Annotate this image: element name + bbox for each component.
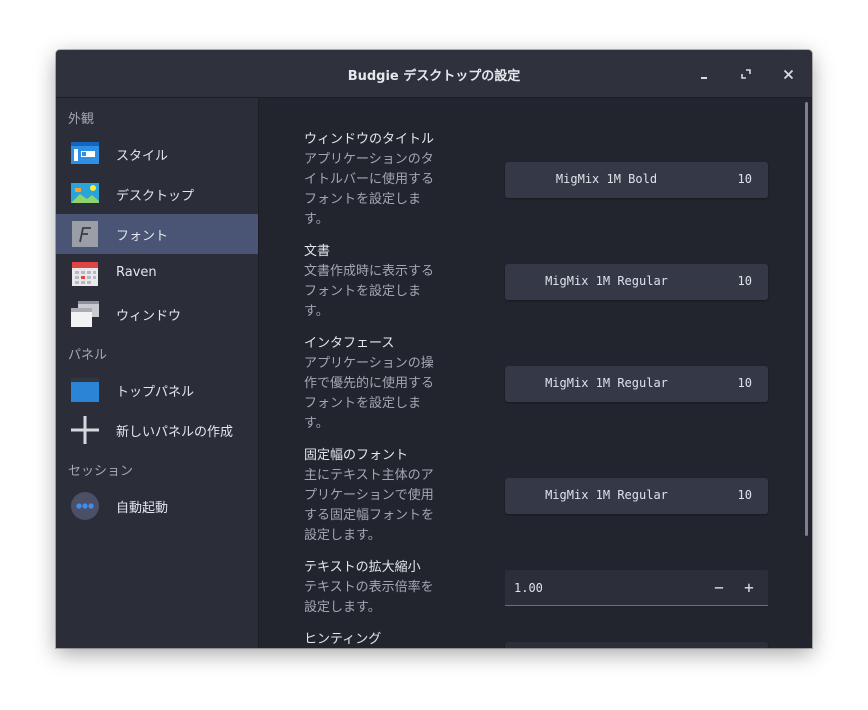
font-size: 10 — [737, 274, 752, 288]
font-size: 10 — [737, 172, 752, 186]
setting-description: 文書作成時に表示するフォントを設定します。 — [304, 264, 435, 319]
text-scaling-value[interactable]: 1.00 — [514, 581, 543, 595]
sidebar-item-label: フォント — [116, 229, 169, 244]
setting-title: ウィンドウのタイトル — [304, 132, 435, 147]
section-session: セッション — [68, 464, 134, 479]
sidebar-item-raven[interactable]: Raven — [56, 254, 258, 294]
setting-description: 主にテキスト主体のアプリケーションで使用する固定幅フォントを設定します。 — [304, 468, 435, 543]
close-button[interactable] — [776, 62, 800, 86]
setting-text-scaling: テキストの拡大縮小 テキストの表示倍率を設定します。 1.00 − + — [304, 558, 774, 618]
close-icon — [783, 69, 793, 79]
setting-window-title: ウィンドウのタイトル アプリケーションのタイトルバーに使用するフォントを設定しま… — [304, 130, 774, 230]
calendar-icon — [72, 262, 98, 286]
autostart-icon — [71, 492, 99, 520]
sidebar-item-style[interactable]: スタイル — [56, 134, 258, 174]
font-icon — [72, 221, 98, 247]
monospace-font-button[interactable]: MigMix 1M Regular 10 — [505, 478, 768, 514]
decrease-button[interactable]: − — [706, 574, 732, 602]
sidebar-item-label: Raven — [116, 265, 157, 280]
setting-title: 文書 — [304, 244, 331, 259]
style-icon — [71, 142, 99, 164]
sidebar-item-label: ウィンドウ — [116, 309, 182, 324]
sidebar-item-label: 新しいパネルの作成 — [116, 425, 234, 440]
minimize-icon — [701, 77, 707, 79]
setting-title: インタフェース — [304, 336, 395, 351]
font-size: 10 — [737, 376, 752, 390]
setting-monospace: 固定幅のフォント 主にテキスト主体のアプリケーションで使用する固定幅フォントを設… — [304, 446, 774, 546]
setting-title: 固定幅のフォント — [304, 448, 409, 463]
sidebar-item-label: トップパネル — [116, 385, 195, 400]
setting-interface: インタフェース アプリケーションの操作で優先的に使用するフォントを設定します。 … — [304, 334, 774, 434]
sidebar-item-label: スタイル — [116, 149, 169, 164]
sidebar-item-label: 自動起動 — [116, 501, 169, 516]
font-name: MigMix 1M Regular — [545, 488, 668, 502]
window-title-font-button[interactable]: MigMix 1M Bold 10 — [505, 162, 768, 198]
setting-description: テキストの表示倍率を設定します。 — [304, 580, 434, 615]
sidebar-item-label: デスクトップ — [116, 189, 195, 204]
settings-window: Budgie デスクトップの設定 外観 スタイル デスクトップ フォント Rav… — [56, 50, 812, 648]
setting-description: アプリケーションのタイトルバーに使用するフォントを設定します。 — [304, 152, 435, 227]
font-name: MigMix 1M Regular — [545, 376, 668, 390]
sidebar: 外観 スタイル デスクトップ フォント Raven ウィンドウ パネル トップパ… — [56, 98, 259, 648]
text-scaling-spinbutton[interactable]: 1.00 − + — [505, 570, 768, 606]
increase-button[interactable]: + — [736, 574, 762, 602]
font-size: 10 — [737, 488, 752, 502]
interface-font-button[interactable]: MigMix 1M Regular 10 — [505, 366, 768, 402]
add-icon — [71, 416, 99, 444]
sidebar-item-font[interactable]: フォント — [56, 214, 258, 254]
document-font-button[interactable]: MigMix 1M Regular 10 — [505, 264, 768, 300]
setting-hinting: ヒンティング — [304, 630, 774, 648]
windows-icon — [71, 301, 99, 327]
settings-content: ウィンドウのタイトル アプリケーションのタイトルバーに使用するフォントを設定しま… — [260, 98, 812, 648]
section-panel: パネル — [68, 348, 108, 363]
section-appearance: 外観 — [68, 112, 95, 127]
restore-icon — [741, 69, 751, 79]
sidebar-item-new-panel[interactable]: 新しいパネルの作成 — [56, 410, 258, 450]
maximize-button[interactable] — [734, 62, 758, 86]
scrollbar[interactable] — [805, 102, 808, 536]
top-panel-icon — [71, 378, 99, 402]
sidebar-item-windows[interactable]: ウィンドウ — [56, 294, 258, 334]
minimize-button[interactable] — [692, 62, 716, 86]
sidebar-item-top-panel[interactable]: トップパネル — [56, 370, 258, 410]
title-bar[interactable]: Budgie デスクトップの設定 — [56, 50, 812, 98]
setting-description: アプリケーションの操作で優先的に使用するフォントを設定します。 — [304, 356, 435, 431]
desktop-icon — [71, 183, 99, 203]
font-name: MigMix 1M Regular — [545, 274, 668, 288]
sidebar-item-autostart[interactable]: 自動起動 — [56, 486, 258, 526]
setting-document: 文書 文書作成時に表示するフォントを設定します。 MigMix 1M Regul… — [304, 242, 774, 322]
sidebar-item-desktop[interactable]: デスクトップ — [56, 174, 258, 214]
font-name: MigMix 1M Bold — [555, 172, 658, 186]
hinting-select[interactable] — [505, 642, 768, 648]
